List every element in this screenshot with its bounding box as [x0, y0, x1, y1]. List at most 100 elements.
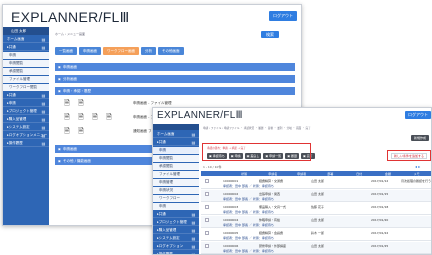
row-checkbox[interactable]	[205, 231, 209, 235]
sidebar-item[interactable]: ▸システム設定 ▤	[153, 235, 199, 242]
table-row[interactable]: 10000006 研修申請・外部講座 山田 太郎 2017/01/25 承認者：田中 部…	[201, 242, 431, 254]
section-header[interactable]: 分析画面	[55, 75, 295, 83]
new-button[interactable]: 新規作成	[411, 135, 429, 141]
table-row[interactable]: 10000001 経費精算・交通費 山田 太郎 2017/01/12 月次処理の確認を行…	[201, 177, 431, 189]
sidebar-user	[153, 124, 199, 130]
sidebar-item[interactable]: ▸申請 ▤	[3, 100, 49, 107]
logout-button[interactable]: ログアウト	[405, 111, 431, 119]
document-icon[interactable]: 🗎	[63, 127, 71, 135]
section-header[interactable]: 申請・承認・履歴	[55, 87, 295, 95]
sidebar-item[interactable]: ▸プロジェクト管理 ▤	[153, 219, 199, 226]
document-icon[interactable]: 🗎	[63, 113, 71, 121]
sidebar: 山田 太郎 ホーム画面 ▤ ▸共通 ▤ 申請 申請閲覧 承認閲覧 ファイル管理 ワークフロー閲覧…	[3, 27, 49, 225]
sidebar-item[interactable]: ▸システム設定 ▤	[3, 124, 49, 131]
sidebar-item[interactable]: 申請	[153, 147, 199, 154]
cell-date: 2017/01/12	[371, 179, 389, 183]
table-header: 状態 申請名 申請者 部署 日付 金額 メモ	[201, 171, 431, 176]
sidebar-item[interactable]: ▸共通 ▤	[3, 44, 49, 51]
cell-user: 山田 太郎	[311, 244, 324, 248]
table-row[interactable]: 10000002 出張申請・関西 山田 太郎 2017/01/15 承認者：田中 部長 …	[201, 190, 431, 202]
icon-row: 🗎 🗎	[63, 99, 85, 107]
row-checkbox[interactable]	[205, 218, 209, 222]
cell-name[interactable]: 経費精算・交通費	[259, 179, 283, 183]
document-icon[interactable]: 🗎	[91, 113, 99, 121]
tab[interactable]: 分析	[141, 47, 156, 55]
sidebar-item[interactable]: ▸購入品管理 ▤	[153, 227, 199, 234]
row-subline: 承認者：田中 部長 ／ 状態：承認待ち	[223, 249, 274, 253]
document-icon[interactable]: 🗎	[105, 113, 113, 121]
sidebar-item[interactable]: 申請	[153, 203, 199, 210]
sidebar-item[interactable]: ホーム画面 ▤	[3, 36, 49, 43]
table-row[interactable]: 10000005 経費精算・会議費 鈴木 一郎 2017/01/22 承認者：田中 部長…	[201, 229, 431, 241]
tab[interactable]: その他画面	[158, 47, 184, 55]
column-header[interactable]: 部署	[316, 172, 345, 176]
sidebar-item[interactable]: ファイル管理	[3, 76, 49, 83]
cell-name[interactable]: 出張申請・関西	[259, 192, 280, 196]
menu-icon: ▤	[41, 117, 46, 122]
tab[interactable]: 申請画面	[79, 47, 101, 55]
menu-icon: ▤	[191, 132, 196, 137]
menu-icon: ▤	[41, 133, 46, 138]
sidebar-item[interactable]: ▸共通 ▤	[153, 211, 199, 218]
cell-name[interactable]: 経費精算・会議費	[259, 231, 283, 235]
cell-user: 山田 太郎	[311, 179, 324, 183]
column-header[interactable]: 金額	[374, 172, 403, 176]
table-row[interactable]: 10000004 休暇申請・有給 山田 太郎 2017/01/20 承認者：田中 部長 …	[201, 216, 431, 228]
row-checkbox[interactable]	[205, 205, 209, 209]
cell-user: 鈴木 一郎	[311, 231, 324, 235]
sidebar-item[interactable]: ▸購入品管理 ▤	[3, 116, 49, 123]
sidebar-item[interactable]: 申請状況	[153, 187, 199, 194]
cell-user: 山田 太郎	[311, 192, 324, 196]
column-header[interactable]: 申請者	[287, 172, 316, 176]
sidebar-item[interactable]: 承認閲覧	[3, 68, 49, 75]
cell-memo: 月次処理の確認を行う	[401, 179, 432, 183]
section-header[interactable]: その他 / 機能画面	[55, 157, 153, 165]
menu-icon: ▤	[41, 109, 46, 114]
document-icon[interactable]: 🗎	[77, 127, 85, 135]
menu-icon: ▤	[41, 45, 46, 50]
sidebar-item[interactable]: 申請閲覧	[3, 60, 49, 67]
sidebar-item[interactable]: 申請	[3, 52, 49, 59]
sidebar-item[interactable]: 申請閲覧	[153, 155, 199, 162]
cell-name[interactable]: 研修申請・外部講座	[259, 244, 286, 248]
menu-icon: ▤	[191, 228, 196, 233]
document-icon[interactable]: 🗎	[77, 99, 85, 107]
section-header[interactable]: 申請画面	[55, 145, 153, 153]
document-icon[interactable]: 🗎	[63, 99, 71, 107]
sidebar-item[interactable]: ▸共通 ▤	[153, 139, 199, 146]
column-header[interactable]: 日付	[345, 172, 374, 176]
cell-name[interactable]: 休暇申請・有給	[259, 218, 280, 222]
add-condition-highlight	[387, 150, 431, 161]
sidebar-item[interactable]: 申請管理	[153, 179, 199, 186]
sidebar-item[interactable]: ▸共通 ▤	[3, 92, 49, 99]
tab[interactable]: ワークフロー画面	[103, 47, 139, 55]
logout-button[interactable]: ログアウト	[269, 11, 297, 21]
sidebar-item[interactable]: 承認閲覧	[153, 163, 199, 170]
column-header[interactable]: 状態	[230, 172, 259, 176]
cell-name[interactable]: 備品購入・文具一式	[259, 205, 286, 209]
section-header[interactable]: 申請画面	[55, 63, 295, 71]
column-header[interactable]: メモ	[402, 172, 431, 176]
row-checkbox[interactable]	[205, 179, 209, 183]
sidebar-item[interactable]: ホーム画面 ▤	[153, 131, 199, 138]
document-icon[interactable]: 🗎	[77, 113, 85, 121]
pager[interactable]: ◂ ▸	[415, 164, 420, 169]
sidebar-item[interactable]: ▸操作履歴 ▤	[3, 140, 49, 147]
column-header[interactable]: 申請名	[259, 172, 288, 176]
sidebar-item[interactable]: ファイル管理	[153, 171, 199, 178]
row-checkbox[interactable]	[205, 192, 209, 196]
sidebar-item[interactable]: ▸操作履歴 ▤	[153, 251, 199, 255]
row-checkbox[interactable]	[205, 244, 209, 248]
app-logo: EXPLANNER/FLⅢ	[11, 9, 130, 25]
cell-user: 山田 太郎	[311, 218, 324, 222]
menu-icon: ▤	[41, 37, 46, 42]
sidebar-item[interactable]: ▸ログオプション ▤	[153, 243, 199, 250]
table-row[interactable]: 10000003 備品購入・文具一式 佐藤 花子 2017/01/18 承認者：田中 部…	[201, 203, 431, 215]
sidebar-item[interactable]: ワークフロー閲覧	[3, 84, 49, 91]
sidebar-item[interactable]: ▸プロジェクト管理 ▤	[3, 108, 49, 115]
tab[interactable]: 一覧画面	[55, 47, 77, 55]
cell-date: 2017/01/15	[371, 192, 389, 196]
sidebar-item[interactable]: ワークフロー	[153, 195, 199, 202]
sidebar-item[interactable]: ▸ログオプションメニュー ▤	[3, 132, 49, 139]
search-button[interactable]: 検索	[261, 31, 279, 38]
